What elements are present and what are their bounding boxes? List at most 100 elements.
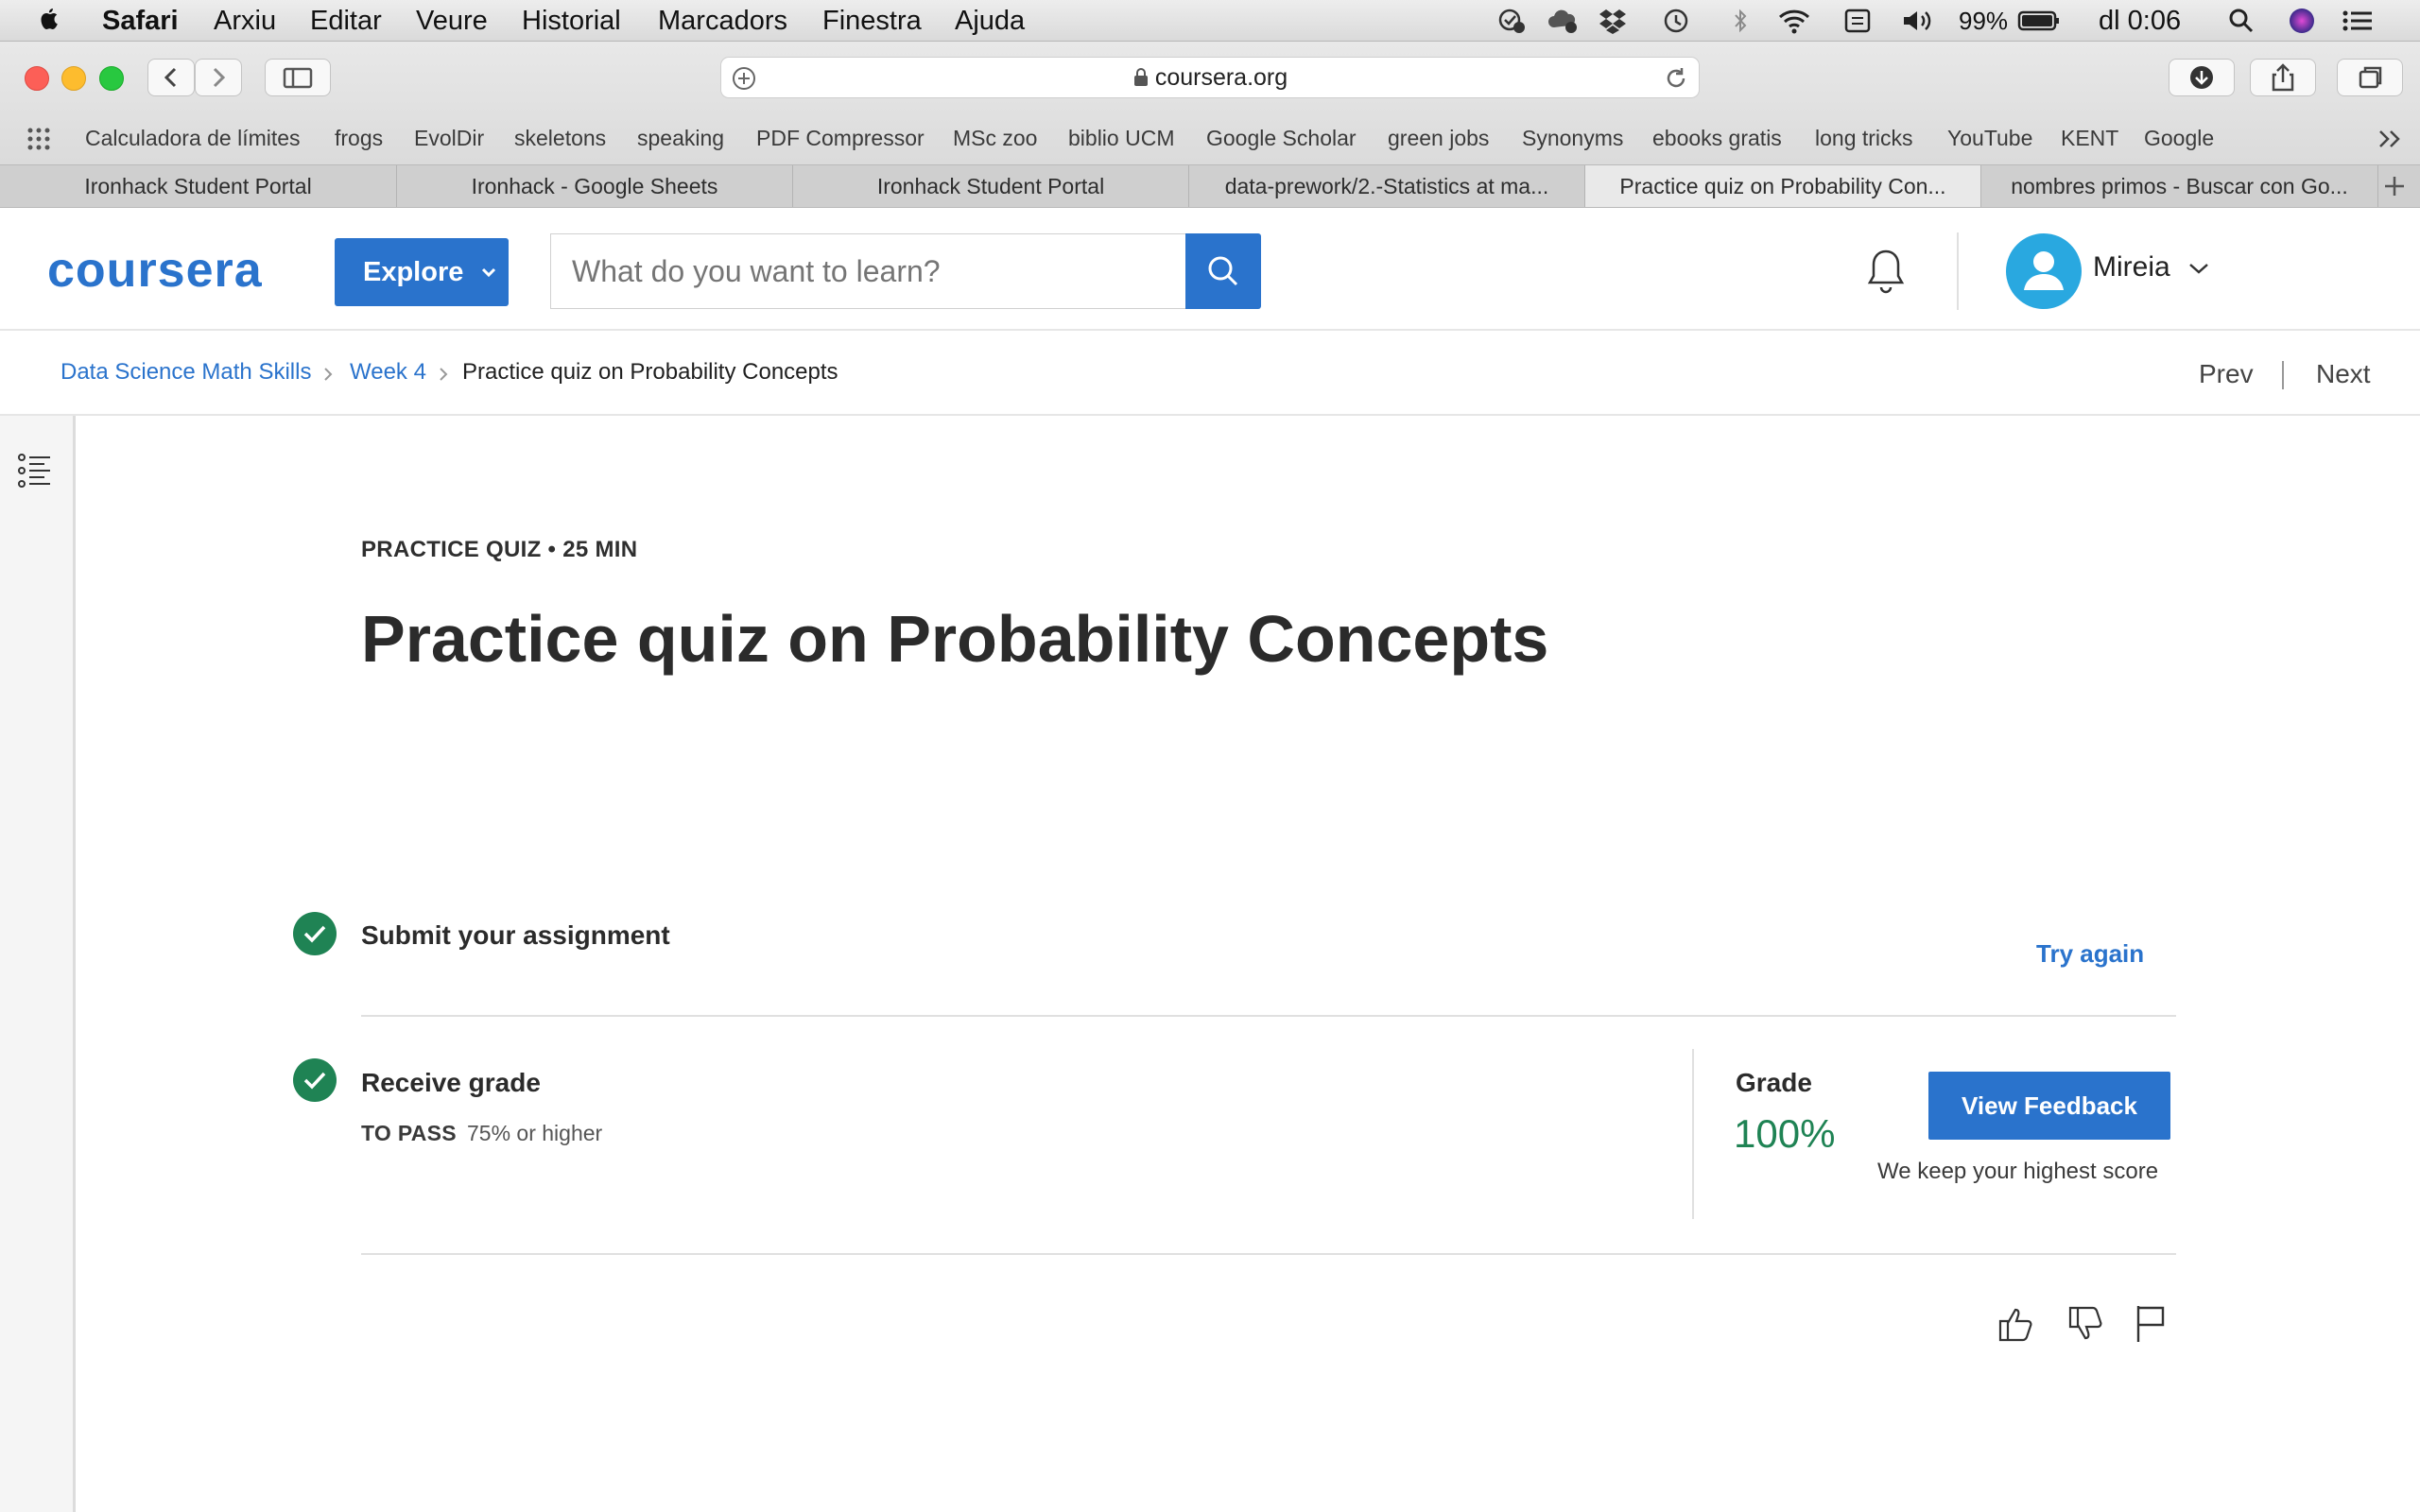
explore-button[interactable]: Explore (335, 238, 509, 306)
cloud-status-icon[interactable] (1547, 7, 1577, 35)
next-link[interactable]: Next (2316, 359, 2371, 389)
report-flag-icon[interactable] (2133, 1302, 2170, 1346)
show-tabs-button[interactable] (2337, 59, 2403, 96)
menu-edit[interactable]: Editar (310, 0, 382, 42)
view-feedback-button[interactable]: View Feedback (1928, 1072, 2170, 1140)
header-divider (1957, 232, 1959, 310)
sidebar-icon (283, 67, 313, 89)
breadcrumb: Data Science Math Skills Week 4 Practice… (0, 331, 2420, 416)
bookmark-item[interactable]: speaking (637, 119, 724, 157)
search-icon (1208, 256, 1238, 286)
zoom-window-button[interactable] (99, 66, 124, 91)
breadcrumb-week[interactable]: Week 4 (350, 359, 426, 386)
menu-bookmarks[interactable]: Marcadors (658, 0, 787, 42)
spotlight-search-icon[interactable] (2227, 7, 2256, 35)
bookmark-item[interactable]: Synonyms (1522, 119, 1623, 157)
forward-button[interactable] (195, 59, 242, 96)
grade-label: Grade (1736, 1068, 1812, 1097)
breadcrumb-course[interactable]: Data Science Math Skills (60, 359, 311, 386)
bluetooth-icon[interactable] (1726, 7, 1754, 35)
bookmark-item[interactable]: green jobs (1388, 119, 1489, 157)
bookmark-item[interactable]: skeletons (514, 119, 606, 157)
notifications-bell-icon[interactable] (1862, 246, 1910, 297)
user-icon (2024, 251, 2064, 290)
bookmark-item[interactable]: frogs (335, 119, 383, 157)
share-button[interactable] (2250, 59, 2316, 96)
search-input[interactable]: What do you want to learn? (550, 233, 1186, 309)
lock-icon (1133, 68, 1148, 86)
course-outline-rail (0, 416, 76, 1512)
address-bar[interactable]: coursera.org (720, 57, 1700, 98)
minimize-window-button[interactable] (61, 66, 86, 91)
menu-window[interactable]: Finestra (822, 0, 922, 42)
menu-history[interactable]: Historial (522, 0, 621, 42)
submit-complete-check-icon (293, 912, 337, 955)
bookmark-item[interactable]: PDF Compressor (756, 119, 925, 157)
new-tab-icon[interactable] (2380, 173, 2409, 199)
chevron-left-icon (164, 67, 177, 88)
dropbox-icon[interactable] (1598, 7, 1626, 35)
browser-tab-active[interactable]: Practice quiz on Probability Con... (1585, 165, 1981, 207)
like-thumbs-up-icon[interactable] (1995, 1302, 2038, 1346)
grade-value: 100% (1734, 1111, 1836, 1156)
menu-file[interactable]: Arxiu (214, 0, 276, 42)
section-divider (361, 1015, 2176, 1017)
browser-tab[interactable]: Ironhack Student Portal (0, 165, 397, 207)
bookmark-item[interactable]: long tricks (1815, 119, 1913, 157)
try-again-link[interactable]: Try again (2036, 939, 2144, 969)
chevron-right-icon (440, 368, 448, 381)
keyboard-input-icon[interactable] (1843, 7, 1872, 35)
reload-icon[interactable] (1663, 65, 1689, 92)
notification-center-icon[interactable] (2341, 7, 2372, 35)
username-label: Mireia (2093, 251, 2170, 283)
battery-icon[interactable] (2017, 7, 2061, 35)
highest-score-note: We keep your highest score (1877, 1159, 2159, 1184)
download-icon (2190, 66, 2213, 89)
browser-tab[interactable]: Ironhack Student Portal (793, 165, 1189, 207)
to-pass-value: 75% or higher (467, 1121, 603, 1145)
bookmark-item[interactable]: EvolDir (414, 119, 484, 157)
course-outline-list-icon[interactable] (17, 452, 53, 490)
breadcrumb-current: Practice quiz on Probability Concepts (462, 359, 838, 385)
downloads-button[interactable] (2169, 59, 2235, 96)
time-machine-icon[interactable] (1662, 7, 1690, 35)
clock[interactable]: dl 0:06 (2099, 0, 2181, 42)
bookmark-item[interactable]: KENT (2061, 119, 2118, 157)
bookmark-item[interactable]: biblio UCM (1068, 119, 1174, 157)
tab-bar: Ironhack Student Portal Ironhack - Googl… (0, 164, 2420, 208)
bookmark-item[interactable]: Google (2144, 119, 2214, 157)
apps-grid-icon[interactable] (26, 127, 55, 151)
browser-tab[interactable]: nombres primos - Buscar con Go... (1981, 165, 2378, 207)
menu-view[interactable]: Veure (416, 0, 488, 42)
more-bookmarks-icon[interactable] (2377, 129, 2405, 149)
browser-tab[interactable]: Ironhack - Google Sheets (397, 165, 793, 207)
sync-status-icon[interactable] (1497, 7, 1526, 35)
submit-assignment-label: Submit your assignment (361, 920, 670, 950)
volume-icon[interactable] (1900, 7, 1931, 35)
tabs-overview-icon (2359, 66, 2382, 89)
bookmark-item[interactable]: YouTube (1947, 119, 2032, 157)
close-window-button[interactable] (25, 66, 49, 91)
coursera-logo[interactable]: coursera (47, 242, 263, 299)
sidebar-toggle-button[interactable] (265, 59, 331, 96)
browser-tab[interactable]: data-prework/2.-Statistics at ma... (1189, 165, 1585, 207)
prev-link[interactable]: Prev (2199, 359, 2254, 389)
nav-divider (2282, 361, 2284, 389)
user-menu[interactable]: Mireia (2093, 251, 2210, 284)
dislike-thumbs-down-icon[interactable] (2065, 1302, 2108, 1346)
wifi-icon[interactable] (1777, 7, 1810, 35)
menu-help[interactable]: Ajuda (955, 0, 1025, 42)
bookmark-item[interactable]: ebooks gratis (1652, 119, 1782, 157)
bookmark-item[interactable]: Calculadora de límites (85, 119, 301, 157)
back-button[interactable] (147, 59, 195, 96)
explore-label: Explore (363, 257, 464, 287)
share-icon (2272, 63, 2294, 92)
siri-icon[interactable] (2288, 7, 2316, 35)
app-menu-safari[interactable]: Safari (102, 0, 179, 42)
search-button[interactable] (1185, 233, 1261, 309)
to-pass-label: TO PASS (361, 1121, 457, 1145)
bookmark-item[interactable]: MSc zoo (953, 119, 1037, 157)
avatar[interactable] (2006, 233, 2082, 309)
bookmark-item[interactable]: Google Scholar (1206, 119, 1357, 157)
apple-menu-icon[interactable] (36, 0, 62, 42)
